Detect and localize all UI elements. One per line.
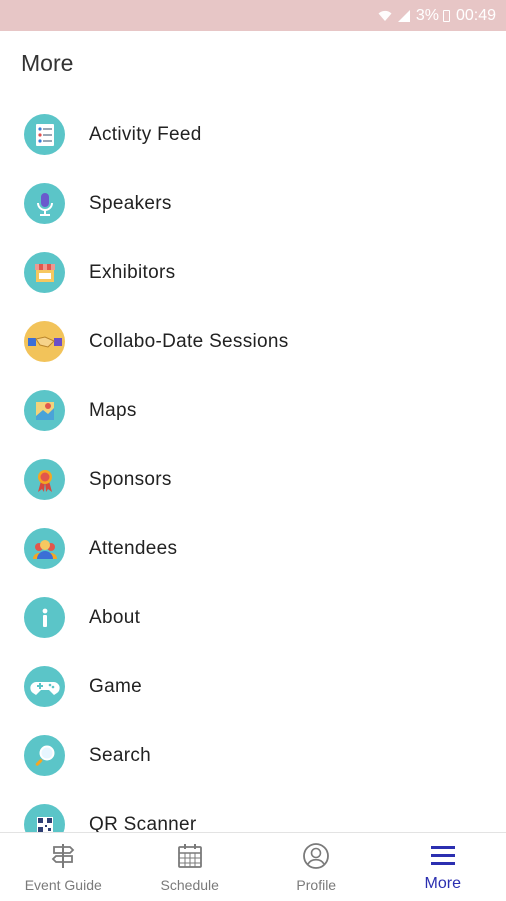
handshake-icon bbox=[24, 321, 65, 362]
menu-item-game[interactable]: Game bbox=[0, 652, 506, 721]
tab-more[interactable]: More bbox=[380, 833, 506, 901]
ribbon-icon bbox=[24, 459, 65, 500]
menu-item-label: Maps bbox=[89, 400, 137, 422]
tab-schedule-label: Schedule bbox=[161, 877, 219, 893]
menu-item-label: Game bbox=[89, 676, 142, 698]
status-bar: 3% 00:49 bbox=[0, 0, 506, 31]
menu-item-attendees[interactable]: Attendees bbox=[0, 514, 506, 583]
page-title: More bbox=[21, 50, 73, 77]
qr-code-icon bbox=[24, 804, 65, 832]
tab-profile-label: Profile bbox=[296, 877, 336, 893]
tab-event-guide[interactable]: Event Guide bbox=[0, 833, 127, 901]
status-time: 00:49 bbox=[456, 7, 496, 25]
gamepad-icon bbox=[24, 666, 65, 707]
profile-icon bbox=[302, 842, 330, 870]
menu-item-label: Speakers bbox=[89, 193, 172, 215]
microphone-icon bbox=[24, 183, 65, 224]
calendar-icon bbox=[176, 842, 204, 870]
menu-item-exhibitors[interactable]: Exhibitors bbox=[0, 238, 506, 307]
signal-icon bbox=[398, 10, 410, 22]
menu-item-qr-scanner[interactable]: QR Scanner bbox=[0, 790, 506, 832]
more-menu-list: Activity Feed Speakers Exhibitors bbox=[0, 100, 506, 832]
menu-item-about[interactable]: About bbox=[0, 583, 506, 652]
menu-item-label: Exhibitors bbox=[89, 262, 175, 284]
battery-percent: 3% bbox=[416, 7, 439, 25]
tab-schedule[interactable]: Schedule bbox=[127, 833, 254, 901]
booth-icon bbox=[24, 252, 65, 293]
battery-icon bbox=[443, 10, 450, 22]
wifi-icon bbox=[378, 9, 392, 22]
bottom-navigation: Event Guide Schedule Profile Mor bbox=[0, 832, 506, 901]
menu-item-speakers[interactable]: Speakers bbox=[0, 169, 506, 238]
menu-item-maps[interactable]: Maps bbox=[0, 376, 506, 445]
tab-profile[interactable]: Profile bbox=[253, 833, 380, 901]
tab-more-label: More bbox=[425, 875, 461, 893]
attendees-icon bbox=[24, 528, 65, 569]
tab-event-guide-label: Event Guide bbox=[25, 877, 102, 893]
menu-item-label: Sponsors bbox=[89, 469, 172, 491]
menu-item-label: Search bbox=[89, 745, 151, 767]
hamburger-menu-icon bbox=[429, 842, 457, 870]
activity-feed-icon bbox=[24, 114, 65, 155]
map-icon bbox=[24, 390, 65, 431]
magnifier-icon bbox=[24, 735, 65, 776]
info-icon bbox=[24, 597, 65, 638]
menu-item-label: Activity Feed bbox=[89, 124, 202, 146]
menu-item-collabo-date-sessions[interactable]: Collabo-Date Sessions bbox=[0, 307, 506, 376]
menu-item-activity-feed[interactable]: Activity Feed bbox=[0, 100, 506, 169]
menu-item-label: Attendees bbox=[89, 538, 177, 560]
signpost-icon bbox=[49, 842, 77, 870]
menu-item-label: About bbox=[89, 607, 140, 629]
menu-item-sponsors[interactable]: Sponsors bbox=[0, 445, 506, 514]
menu-item-label: QR Scanner bbox=[89, 814, 197, 833]
menu-item-label: Collabo-Date Sessions bbox=[89, 331, 289, 353]
menu-item-search[interactable]: Search bbox=[0, 721, 506, 790]
